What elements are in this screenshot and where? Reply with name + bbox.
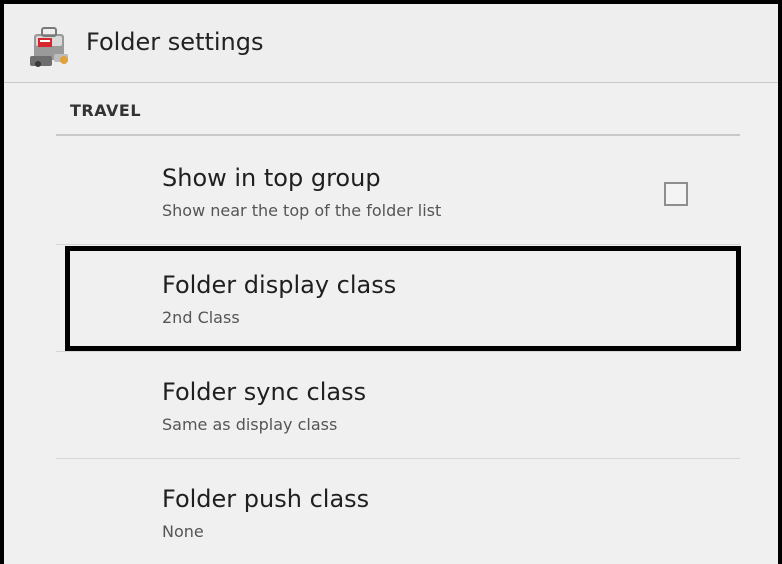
pref-title: Show in top group [162,164,381,192]
pref-title: Folder sync class [162,378,367,406]
pref-show-in-top-group[interactable]: Show in top group Show near the top of t… [56,137,740,241]
action-bar: Folder settings [4,4,778,83]
section-divider [56,134,740,136]
pref-summary: Same as display class [162,415,338,434]
pref-title: Folder push class [162,485,370,513]
pref-folder-sync-class[interactable]: Folder sync class Same as display class [56,351,740,455]
folder-app-icon[interactable] [26,20,76,70]
pref-summary: Show near the top of the folder list [162,201,442,220]
section-header: TRAVEL [70,101,142,120]
highlight-box [65,246,741,351]
screen-frame: Folder settings TRAVEL Show in top group… [0,0,782,564]
top-group-checkbox[interactable] [664,182,688,206]
app-title: Folder settings [86,28,264,56]
pref-summary: None [162,522,204,541]
pref-folder-push-class[interactable]: Folder push class None [56,458,740,562]
preferences-list: TRAVEL Show in top group Show near the t… [4,83,778,564]
